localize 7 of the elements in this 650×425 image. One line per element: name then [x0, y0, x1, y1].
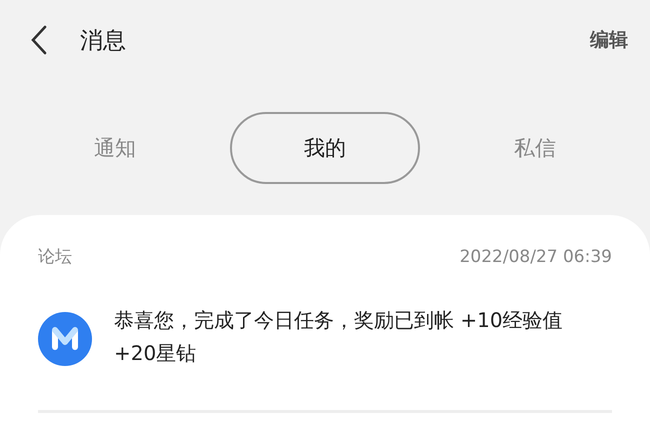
message-time: 2022/08/27 06:39	[460, 246, 612, 266]
tab[interactable]: 我的	[230, 112, 420, 184]
edit-button[interactable]: 编辑	[590, 27, 628, 53]
message-source: 论坛	[38, 246, 72, 268]
message-text[interactable]: 恭喜您，完成了今日任务，奖励已到帐 +10经验值 +20星钻	[114, 304, 584, 370]
page-title: 消息	[80, 26, 127, 56]
app-logo-icon	[38, 312, 92, 366]
